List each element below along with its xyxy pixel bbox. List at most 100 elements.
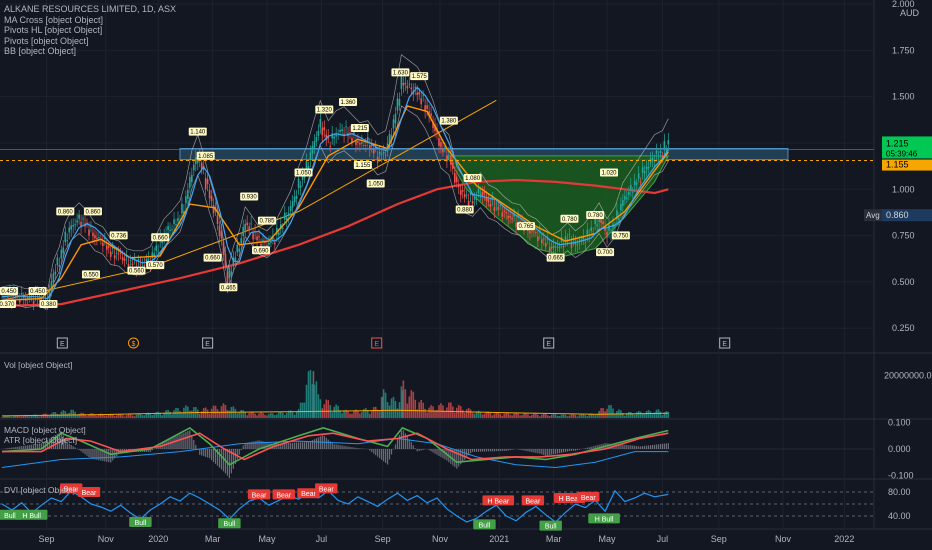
volume-bar xyxy=(20,416,23,418)
macd-histogram-bar xyxy=(649,445,652,449)
pivot-label-text: 1.215 xyxy=(352,126,368,132)
macd-histogram-bar xyxy=(84,449,86,455)
candle-body xyxy=(317,130,320,136)
pivot-label-text: 0.930 xyxy=(242,195,258,201)
macd-histogram-bar xyxy=(456,449,458,469)
event-marker-label: E xyxy=(374,341,379,348)
candle-body xyxy=(643,171,646,174)
volume-bar xyxy=(179,411,181,418)
last-price-value: 1.215 xyxy=(886,138,909,148)
volume-legend[interactable]: Vol [object Object] xyxy=(4,360,73,370)
dvi-legend[interactable]: DVI [object Object] xyxy=(4,485,75,495)
macd-histogram-bar xyxy=(220,449,223,470)
macd-legend[interactable]: MACD [object Object] xyxy=(4,425,86,435)
indicator-ma-cross[interactable]: MA Cross [object Object] xyxy=(4,15,176,26)
pivot-label-text: 1.140 xyxy=(190,130,206,136)
macd-histogram-bar xyxy=(543,449,545,455)
volume-bar xyxy=(418,402,421,418)
candle-body xyxy=(192,164,195,171)
candle-body xyxy=(236,244,239,253)
volume-bar xyxy=(121,415,124,418)
macd-histogram-bar xyxy=(110,449,112,463)
macd-histogram-bar xyxy=(236,449,238,460)
candle-body xyxy=(548,247,551,252)
volume-bar xyxy=(254,413,256,418)
indicator-pivots[interactable]: Pivots [object Object] xyxy=(4,36,176,47)
candle-body xyxy=(511,217,513,220)
volume-bar xyxy=(315,381,318,418)
stock-chart[interactable]: 2.0001.7501.5001.2501.0000.7500.5000.250… xyxy=(0,0,932,550)
candle-body xyxy=(497,206,500,210)
candle-body xyxy=(392,119,395,129)
candle-body xyxy=(489,204,492,207)
volume-bar xyxy=(173,410,175,418)
volume-bar xyxy=(501,415,504,418)
macd-histogram-bar xyxy=(400,430,403,449)
time-axis-tick: 2020 xyxy=(148,534,168,544)
volume-bar xyxy=(48,415,51,418)
volume-bar xyxy=(28,416,31,418)
volume-bar xyxy=(558,415,561,418)
volume-bar xyxy=(244,412,247,418)
candle-body xyxy=(115,252,118,254)
candle-body xyxy=(627,192,630,195)
pivot-label-text: 0.660 xyxy=(153,235,169,241)
macd-histogram-bar xyxy=(375,449,377,456)
candle-body xyxy=(293,196,296,203)
macd-histogram-bar xyxy=(288,442,290,449)
signal-label: Bull xyxy=(135,520,147,527)
volume-bar xyxy=(276,414,278,418)
candle-body xyxy=(475,199,478,200)
candle-body xyxy=(157,251,160,253)
macd-histogram-bar xyxy=(383,449,385,462)
macd-histogram-bar xyxy=(667,443,669,449)
volume-bar xyxy=(446,407,448,418)
dvi-axis-tick: 80.00 xyxy=(888,487,911,497)
volume-bar xyxy=(82,412,84,418)
macd-histogram-bar xyxy=(86,449,88,456)
volume-bar xyxy=(111,414,114,418)
macd-histogram-bar xyxy=(438,449,440,456)
macd-histogram-bar xyxy=(290,442,292,449)
volume-bar xyxy=(196,409,199,418)
volume-bar xyxy=(479,411,482,418)
candle-body xyxy=(109,251,112,257)
volume-bar xyxy=(226,410,229,418)
candle-body xyxy=(220,231,223,239)
macd-histogram-bar xyxy=(663,443,665,449)
candle-body xyxy=(20,293,23,295)
macd-histogram-bar xyxy=(501,449,503,452)
volume-bar xyxy=(550,414,553,418)
candle-body xyxy=(117,253,120,255)
volume-bar xyxy=(123,416,126,418)
volume-bar xyxy=(519,415,521,418)
candle-body xyxy=(28,297,31,299)
candle-body xyxy=(487,199,490,202)
signal-label: Bear xyxy=(82,490,97,497)
volume-bar xyxy=(507,413,509,418)
macd-histogram-bar xyxy=(475,449,478,452)
pivot-label-text: 0.860 xyxy=(58,209,74,215)
candle-body xyxy=(329,146,332,148)
indicator-bb[interactable]: BB [object Object] xyxy=(4,46,176,57)
volume-bar xyxy=(556,415,559,418)
volume-bar xyxy=(268,413,270,418)
candle-body xyxy=(507,215,509,219)
volume-bar xyxy=(414,399,417,418)
macd-histogram-bar xyxy=(185,431,187,449)
candle-body xyxy=(230,271,233,277)
candle-body xyxy=(92,232,94,237)
candle-body xyxy=(633,181,636,186)
candle-body xyxy=(645,166,648,170)
candle-body xyxy=(378,151,381,155)
volume-bar xyxy=(610,405,612,418)
candle-body xyxy=(659,150,662,153)
event-marker-label: E xyxy=(722,341,727,348)
volume-bar xyxy=(600,408,602,418)
macd-histogram-bar xyxy=(642,446,644,449)
volume-bar xyxy=(105,415,108,418)
indicator-pivots-hl[interactable]: Pivots HL [object Object] xyxy=(4,25,176,36)
symbol-title[interactable]: ALKANE RESOURCES LIMITED, 1D, ASX xyxy=(4,4,176,15)
atr-legend[interactable]: ATR [object Object] xyxy=(4,435,77,445)
macd-histogram-bar xyxy=(377,449,379,457)
